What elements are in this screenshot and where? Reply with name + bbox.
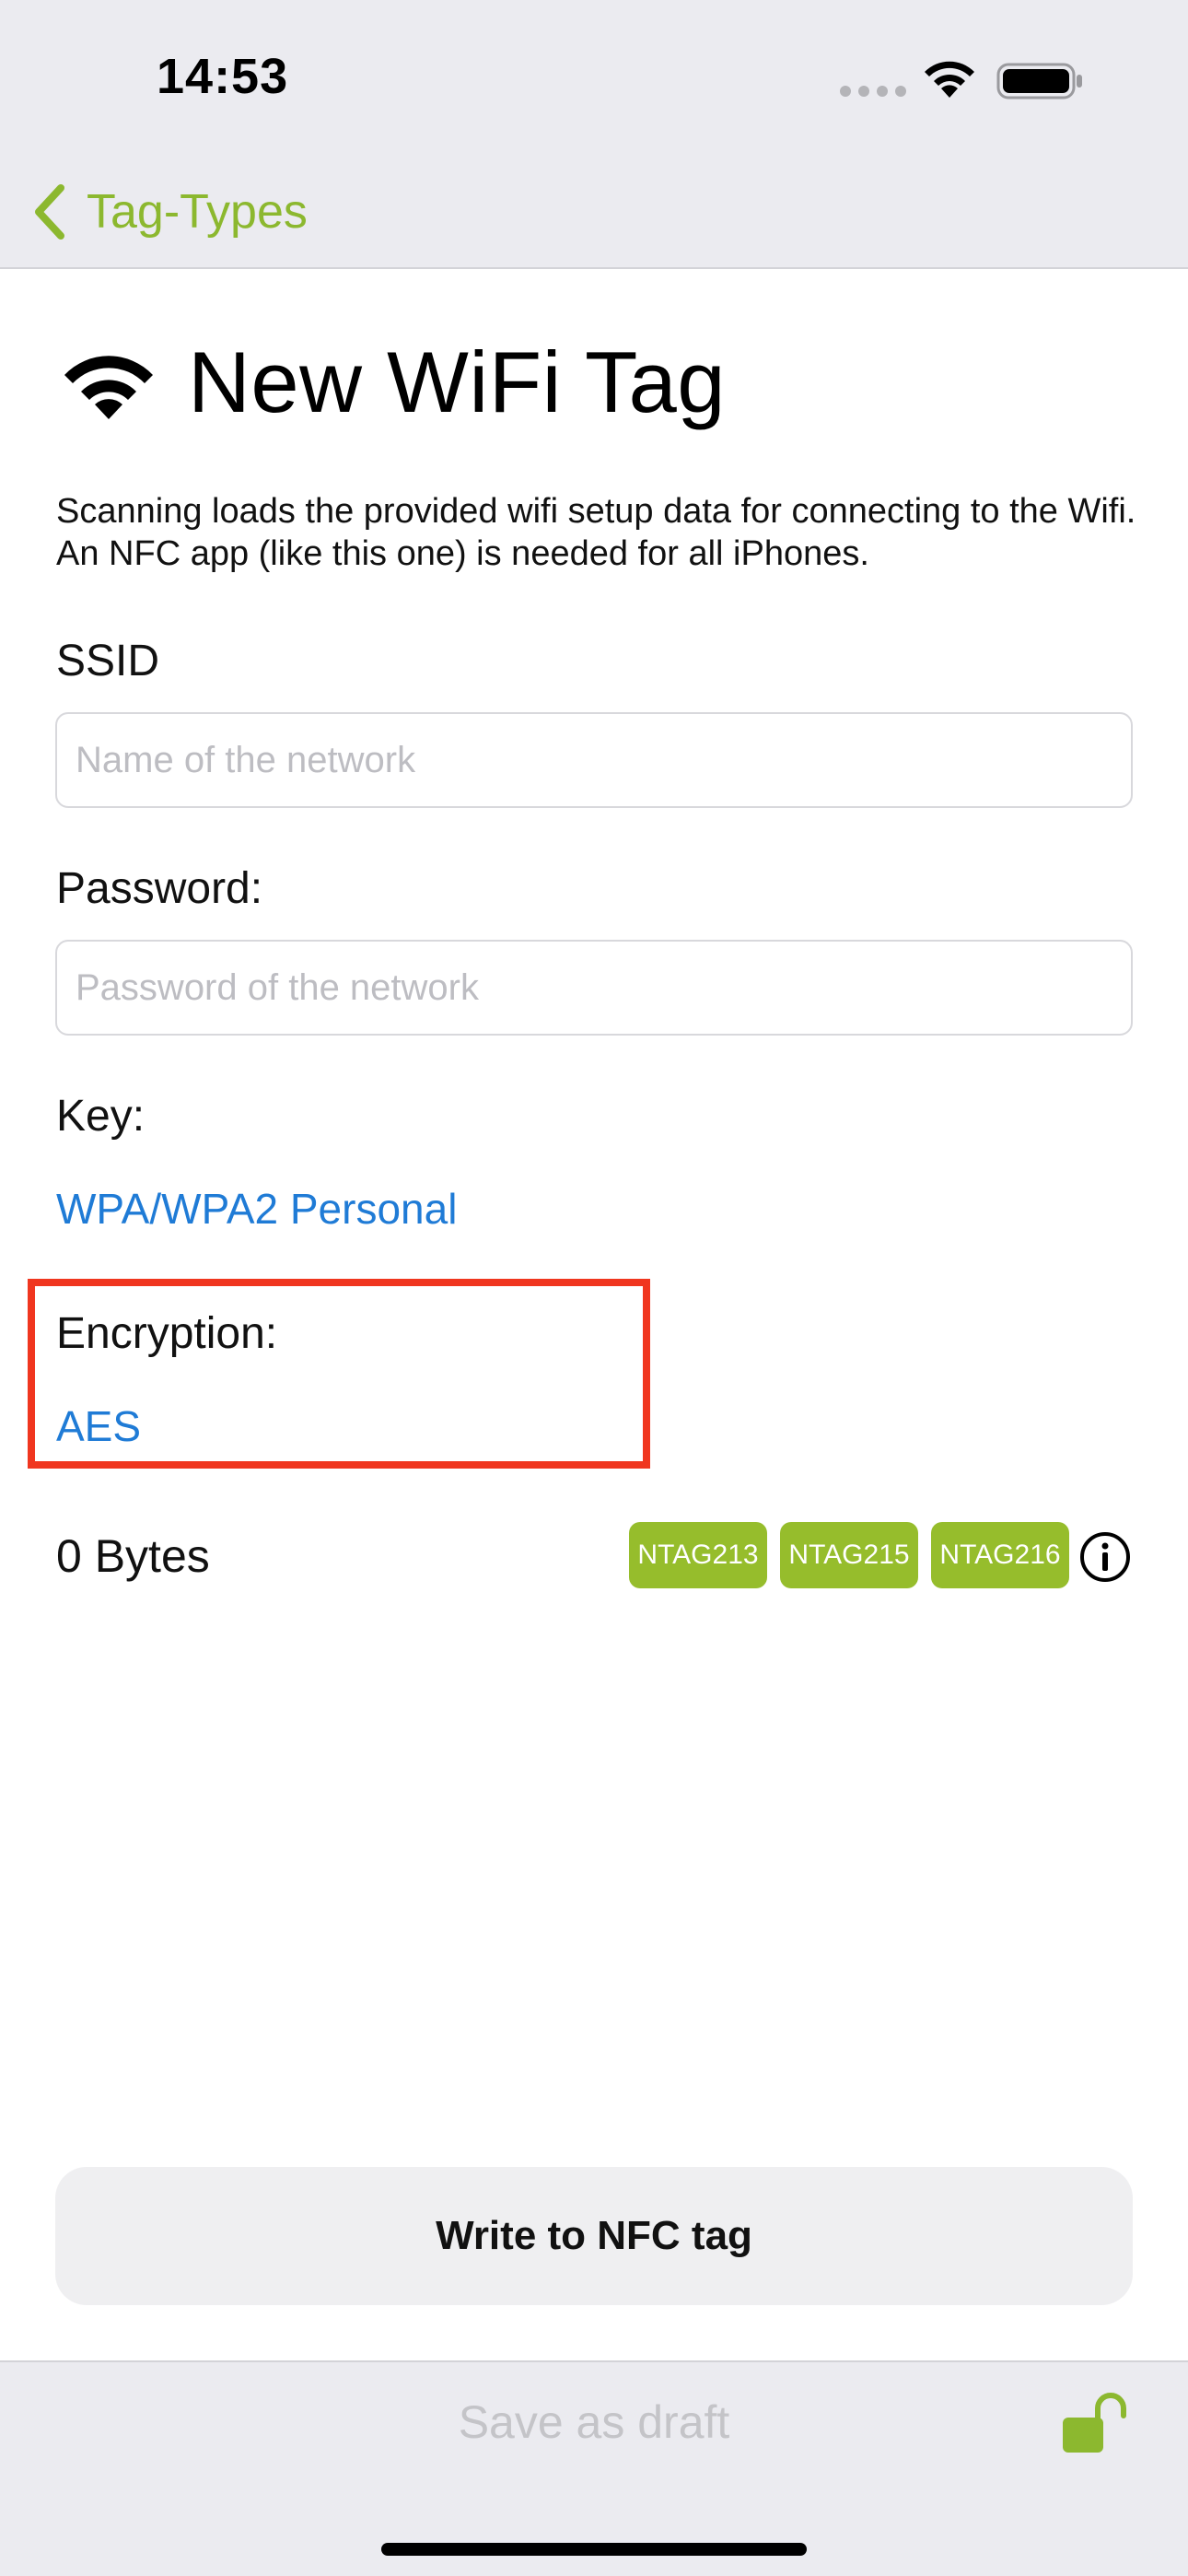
info-icon[interactable] — [1077, 1529, 1133, 1585]
page-description: Scanning loads the provided wifi setup d… — [56, 492, 1136, 573]
ssid-label: SSID — [56, 637, 160, 685]
back-button[interactable]: Tag-Types — [31, 175, 308, 249]
tag-chip-ntag213: NTAG213 — [629, 1522, 767, 1588]
home-indicator — [381, 2543, 807, 2556]
write-to-nfc-button[interactable]: Write to NFC tag — [55, 2167, 1133, 2305]
screen: 14:53 Tag-Types New WiFi Tag Scanning lo… — [0, 0, 1188, 2576]
cellular-signal-icon — [840, 81, 906, 100]
title-row: New WiFi Tag — [61, 327, 726, 438]
top-bar: 14:53 Tag-Types — [0, 0, 1188, 269]
save-as-draft-button[interactable]: Save as draft — [0, 2395, 1188, 2449]
bottom-toolbar: Save as draft — [0, 2360, 1188, 2576]
encryption-label: Encryption: — [56, 1309, 278, 1358]
password-input[interactable] — [55, 940, 1133, 1036]
encryption-selector[interactable]: AES — [56, 1401, 141, 1451]
password-label: Password: — [56, 864, 263, 913]
status-time: 14:53 — [157, 49, 289, 104]
page-title: New WiFi Tag — [188, 334, 727, 430]
bytes-count: 0 Bytes — [56, 1530, 210, 1582]
wifi-icon — [64, 356, 153, 419]
back-label: Tag-Types — [87, 185, 308, 239]
chevron-left-icon — [35, 184, 64, 240]
wifi-icon — [925, 61, 974, 98]
tag-chip-list: NTAG213 NTAG215 NTAG216 — [629, 1522, 1069, 1588]
key-selector[interactable]: WPA/WPA2 Personal — [56, 1184, 457, 1234]
unlock-icon[interactable] — [1059, 2392, 1129, 2456]
tag-chip-ntag216: NTAG216 — [931, 1522, 1069, 1588]
battery-icon — [996, 63, 1082, 100]
ssid-input[interactable] — [55, 712, 1133, 808]
key-label: Key: — [56, 1092, 146, 1141]
tag-chip-ntag215: NTAG215 — [780, 1522, 918, 1588]
